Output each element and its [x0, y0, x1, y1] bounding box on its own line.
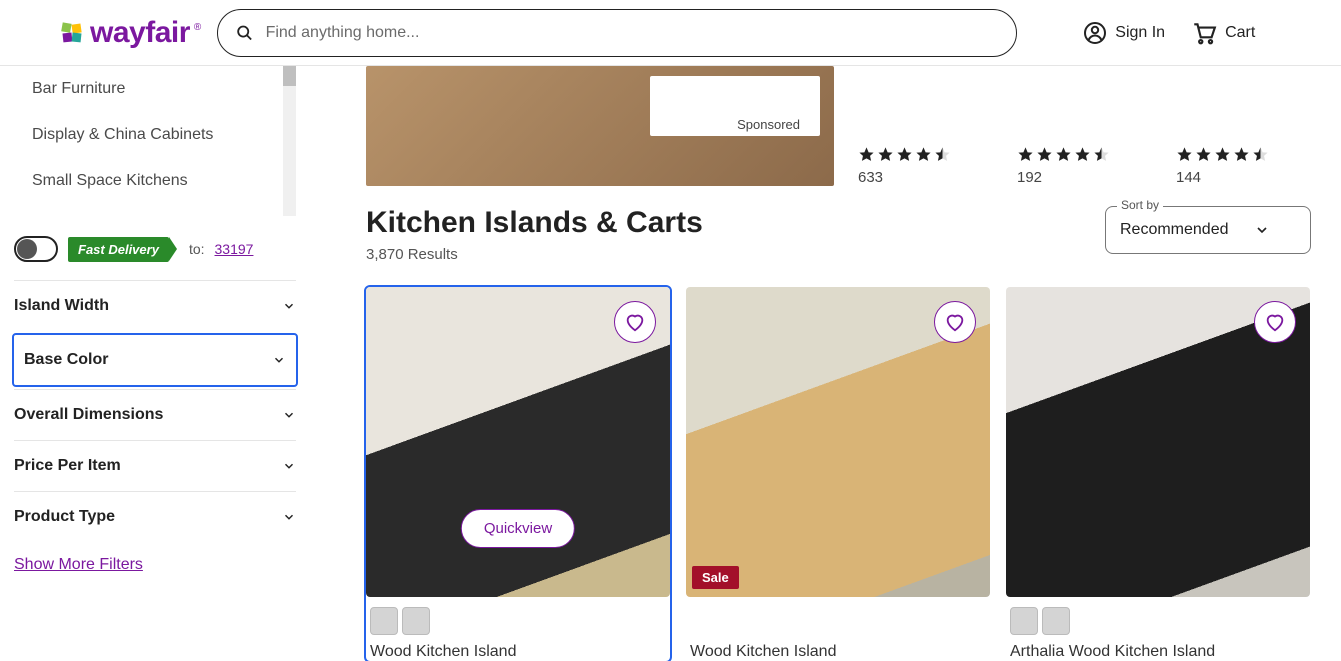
- sponsored-card[interactable]: Sponsored: [366, 66, 834, 186]
- sort-wrap: Sort by Recommended: [1105, 206, 1311, 254]
- user-icon: [1083, 21, 1107, 45]
- filter-label: Price Per Item: [14, 457, 121, 475]
- cart-button[interactable]: Cart: [1191, 20, 1255, 46]
- product-title: Wood Kitchen Island: [366, 643, 670, 661]
- product-card[interactable]: Quickview Wood Kitchen Island: [366, 287, 670, 661]
- chevron-down-icon: [282, 408, 296, 422]
- stars-icon: [1176, 146, 1311, 163]
- reco-count: 144: [1176, 169, 1311, 186]
- reco-count: 192: [1017, 169, 1152, 186]
- category-item[interactable]: Bar Furniture: [14, 66, 296, 112]
- reco-item[interactable]: 144: [1176, 146, 1311, 186]
- color-swatch[interactable]: [402, 607, 430, 635]
- filter-label: Base Color: [24, 351, 108, 369]
- reco-item[interactable]: 192: [1017, 146, 1152, 186]
- product-image[interactable]: [1006, 287, 1310, 597]
- header-right: Sign In Cart: [1083, 20, 1255, 46]
- product-card[interactable]: Sale Wood Kitchen Island: [686, 287, 990, 661]
- logo-mark-icon: [60, 21, 84, 45]
- zip-to-label: to:: [189, 241, 205, 257]
- swatch-row: [1010, 607, 1310, 635]
- sidebar: Bar Furniture Display & China Cabinets S…: [0, 66, 310, 661]
- filter-product-type[interactable]: Product Type: [14, 491, 296, 542]
- favorite-button[interactable]: [614, 301, 656, 343]
- product-grid: Quickview Wood Kitchen Island Sale Wood …: [366, 287, 1311, 661]
- stars-icon: [858, 146, 993, 163]
- chevron-down-icon: [1254, 222, 1270, 238]
- zip-link[interactable]: 33197: [215, 241, 254, 257]
- product-image[interactable]: Sale: [686, 287, 990, 597]
- filter-base-color[interactable]: Base Color: [12, 333, 298, 387]
- fast-delivery-toggle[interactable]: [14, 236, 58, 262]
- filter-price-per-item[interactable]: Price Per Item: [14, 440, 296, 491]
- chevron-down-icon: [282, 299, 296, 313]
- sort-label: Sort by: [1117, 198, 1163, 212]
- results-count: 3,870 Results: [366, 246, 703, 263]
- chevron-down-icon: [282, 510, 296, 524]
- color-swatch[interactable]: [1042, 607, 1070, 635]
- search-icon: [236, 24, 253, 42]
- category-scrollbar[interactable]: [283, 66, 296, 216]
- sort-select[interactable]: Recommended: [1105, 206, 1311, 254]
- filter-label: Island Width: [14, 297, 109, 315]
- sale-badge: Sale: [692, 566, 739, 589]
- search-input[interactable]: [266, 24, 999, 42]
- header: wayfair ® Sign In Cart: [0, 0, 1341, 66]
- logo-trademark: ®: [194, 22, 201, 33]
- reco-item[interactable]: 633: [858, 146, 993, 186]
- sponsored-label: Sponsored: [731, 115, 806, 134]
- product-title: Wood Kitchen Island: [686, 643, 990, 661]
- filter-label: Overall Dimensions: [14, 406, 163, 424]
- search-bar[interactable]: [217, 9, 1017, 57]
- main-content: Sponsored 633: [310, 66, 1341, 661]
- heart-icon: [1264, 311, 1286, 333]
- filter-label: Product Type: [14, 508, 115, 526]
- fast-delivery-badge: Fast Delivery: [68, 237, 169, 262]
- search-wrap: [217, 9, 1017, 57]
- filter-island-width[interactable]: Island Width: [14, 280, 296, 331]
- favorite-button[interactable]: [934, 301, 976, 343]
- toggle-knob: [17, 239, 37, 259]
- product-title: Arthalia Wood Kitchen Island: [1006, 643, 1310, 661]
- cart-label: Cart: [1225, 24, 1255, 42]
- sort-value: Recommended: [1120, 221, 1229, 239]
- heart-icon: [944, 311, 966, 333]
- show-more-filters[interactable]: Show More Filters: [14, 542, 143, 588]
- swatch-row: [370, 607, 670, 635]
- chevron-down-icon: [272, 353, 286, 367]
- cart-icon: [1191, 20, 1217, 46]
- color-swatch[interactable]: [370, 607, 398, 635]
- category-item[interactable]: Display & China Cabinets: [14, 112, 296, 158]
- product-image[interactable]: Quickview: [366, 287, 670, 597]
- chevron-down-icon: [282, 459, 296, 473]
- filter-overall-dimensions[interactable]: Overall Dimensions: [14, 389, 296, 440]
- logo[interactable]: wayfair ®: [60, 16, 201, 50]
- category-scroll-thumb[interactable]: [283, 66, 296, 86]
- sign-in-button[interactable]: Sign In: [1083, 21, 1165, 45]
- category-list: Bar Furniture Display & China Cabinets S…: [14, 66, 296, 216]
- quickview-button[interactable]: Quickview: [461, 509, 575, 548]
- recommendation-row: Sponsored 633: [366, 66, 1311, 186]
- favorite-button[interactable]: [1254, 301, 1296, 343]
- title-bar: Kitchen Islands & Carts 3,870 Results So…: [366, 206, 1311, 263]
- logo-text: wayfair: [90, 16, 190, 50]
- page-title: Kitchen Islands & Carts: [366, 206, 703, 240]
- color-swatch[interactable]: [1010, 607, 1038, 635]
- category-item[interactable]: Small Space Kitchens: [14, 158, 296, 204]
- heart-icon: [624, 311, 646, 333]
- stars-icon: [1017, 146, 1152, 163]
- fast-delivery-row: Fast Delivery to: 33197: [14, 230, 296, 280]
- reco-count: 633: [858, 169, 993, 186]
- sign-in-label: Sign In: [1115, 24, 1165, 42]
- product-card[interactable]: Arthalia Wood Kitchen Island: [1006, 287, 1310, 661]
